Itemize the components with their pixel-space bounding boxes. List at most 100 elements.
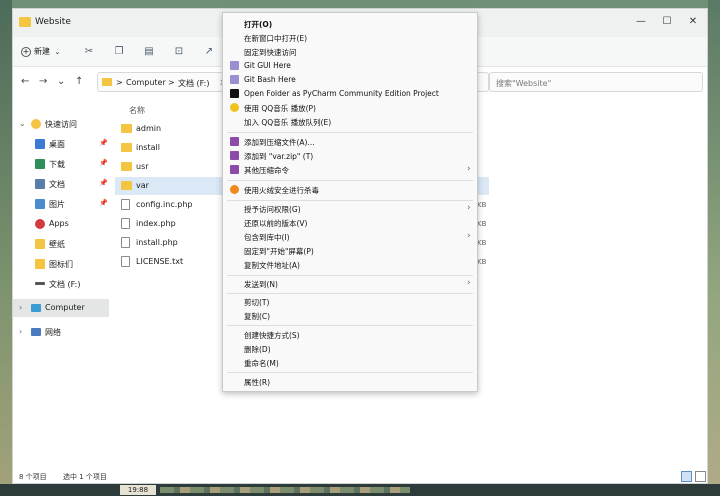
menu-item-add-archive[interactable]: 添加到压缩文件(A)... — [223, 135, 477, 149]
menu-item-pin-start[interactable]: 固定到"开始"屏幕(P) — [223, 244, 477, 258]
sidebar-item-documents[interactable]: 文档 📌 — [13, 175, 109, 193]
menu-item-other-compress[interactable]: 其他压缩命令 › — [223, 163, 477, 177]
file-name: var — [136, 181, 149, 190]
menu-item-delete[interactable]: 删除(D) — [223, 342, 477, 356]
share-icon[interactable]: ↗ — [203, 46, 215, 58]
menu-item-label: 剪切(T) — [244, 298, 270, 307]
menu-item-label: Git Bash Here — [244, 75, 296, 84]
sidebar-item-quick-access[interactable]: ⌄ 快速访问 — [13, 115, 109, 133]
menu-separator — [227, 180, 473, 181]
menu-item-rename[interactable]: 重命名(M) — [223, 356, 477, 370]
sidebar-item-icons[interactable]: 图标们 — [13, 255, 109, 273]
folder-icon — [102, 78, 112, 86]
sidebar-item-drive-f[interactable]: 文档 (F:) — [13, 275, 109, 293]
pin-icon: 📌 — [99, 179, 108, 187]
folder-icon — [19, 17, 31, 27]
new-button[interactable]: + 新建 ⌄ — [21, 46, 60, 57]
sidebar-item-pictures[interactable]: 图片 📌 — [13, 195, 109, 213]
menu-item-label: 发送到(N) — [244, 280, 278, 289]
sidebar-item-desktop[interactable]: 桌面 📌 — [13, 135, 109, 153]
menu-item-label: 还原以前的版本(V) — [244, 219, 308, 228]
menu-item-label: 打开(O) — [244, 20, 273, 29]
menu-item-send-to[interactable]: 发送到(N) › — [223, 277, 477, 291]
menu-item-label: 使用 QQ音乐 播放(P) — [244, 104, 316, 113]
drive-icon — [35, 282, 45, 285]
menu-separator — [227, 293, 473, 294]
file-icon — [121, 237, 130, 248]
menu-item-cut[interactable]: 剪切(T) — [223, 295, 477, 309]
pin-icon: 📌 — [99, 139, 108, 147]
copy-icon[interactable]: ❐ — [113, 46, 125, 58]
git-gui-icon — [230, 61, 239, 70]
pictures-icon — [35, 199, 45, 209]
menu-item-label: 固定到快速访问 — [244, 48, 297, 57]
taskbar-clock: 19:88 — [120, 485, 156, 495]
pin-icon: 📌 — [99, 199, 108, 207]
search-input[interactable]: 搜索"Website" — [489, 72, 703, 92]
menu-item-huorong-scan[interactable]: 使用火绒安全进行杀毒 — [223, 183, 477, 197]
menu-item-open[interactable]: 打开(O) — [223, 17, 477, 31]
menu-item-include-library[interactable]: 包含到库中(I) › — [223, 230, 477, 244]
taskbar-apps — [160, 487, 410, 493]
menu-item-properties[interactable]: 属性(R) — [223, 375, 477, 389]
sidebar-item-label: 文档 — [49, 180, 65, 189]
menu-item-qqmusic-queue[interactable]: 加入 QQ音乐 播放队列(E) — [223, 115, 477, 129]
sidebar-item-apps[interactable]: Apps — [13, 215, 109, 233]
menu-item-pin-quick-access[interactable]: 固定到快速访问 — [223, 45, 477, 59]
star-icon — [31, 119, 41, 129]
sidebar-item-computer[interactable]: › Computer — [13, 299, 109, 317]
menu-item-label: Open Folder as PyCharm Community Edition… — [244, 89, 439, 98]
chevron-right-icon: › — [19, 327, 23, 336]
menu-item-label: 包含到库中(I) — [244, 233, 290, 242]
recent-chevron-icon[interactable]: ⌄ — [57, 76, 65, 87]
selection-count: 选中 1 个项目 — [63, 473, 107, 481]
menu-item-git-gui[interactable]: Git GUI Here — [223, 59, 477, 73]
menu-item-grant-access[interactable]: 授予访问权限(G) › — [223, 202, 477, 216]
menu-item-copy[interactable]: 复制(C) — [223, 309, 477, 323]
sidebar-item-label: 图标们 — [49, 260, 73, 269]
back-arrow-icon[interactable]: ← — [21, 76, 29, 87]
paste-icon[interactable]: ▤ — [143, 46, 155, 58]
breadcrumb-computer[interactable]: Computer — [126, 78, 166, 87]
menu-item-git-bash[interactable]: Git Bash Here — [223, 73, 477, 87]
menu-item-qqmusic-play[interactable]: 使用 QQ音乐 播放(P) — [223, 101, 477, 115]
minimize-button[interactable]: — — [633, 15, 649, 29]
menu-item-label: 添加到压缩文件(A)... — [244, 138, 315, 147]
file-size: KB — [477, 258, 487, 266]
details-view-icon[interactable] — [681, 471, 692, 482]
sidebar-item-network[interactable]: › 网络 — [13, 323, 109, 341]
maximize-button[interactable]: ☐ — [659, 15, 675, 29]
menu-item-label: 复制(C) — [244, 312, 271, 321]
navigation-pane: ⌄ 快速访问 桌面 📌 下载 📌 文档 📌 图片 📌 Apps 壁纸 图标们 文… — [13, 97, 109, 465]
chevron-right-icon: › — [467, 278, 471, 288]
qqmusic-icon — [230, 103, 239, 112]
sidebar-item-downloads[interactable]: 下载 📌 — [13, 155, 109, 173]
up-arrow-icon[interactable]: ↑ — [75, 76, 83, 87]
rename-icon[interactable]: ⊡ — [173, 46, 185, 58]
sidebar-item-wallpapers[interactable]: 壁纸 — [13, 235, 109, 253]
column-header-name[interactable]: 名称 — [129, 105, 145, 116]
menu-item-restore-versions[interactable]: 还原以前的版本(V) — [223, 216, 477, 230]
cut-icon[interactable]: ✂ — [83, 46, 95, 58]
menu-item-pycharm[interactable]: Open Folder as PyCharm Community Edition… — [223, 87, 477, 101]
folder-icon — [121, 162, 132, 171]
menu-item-copy-path[interactable]: 复制文件地址(A) — [223, 258, 477, 272]
winrar-icon — [230, 151, 239, 160]
watermark: 知乎 @Magneto — [540, 455, 648, 471]
wallpaper-left — [0, 0, 12, 496]
close-button[interactable]: ✕ — [685, 15, 701, 29]
menu-item-label: 加入 QQ音乐 播放队列(E) — [244, 118, 332, 127]
menu-separator — [227, 275, 473, 276]
breadcrumb-drive[interactable]: 文档 (F:) — [178, 78, 209, 89]
menu-item-open-new-window[interactable]: 在新窗口中打开(E) — [223, 31, 477, 45]
new-button-label: 新建 — [34, 47, 50, 56]
menu-item-add-zip[interactable]: 添加到 "var.zip" (T) — [223, 149, 477, 163]
menu-separator — [227, 372, 473, 373]
file-size: KB — [477, 239, 487, 247]
forward-arrow-icon[interactable]: → — [39, 76, 47, 87]
apps-icon — [35, 219, 45, 229]
tiles-view-icon[interactable] — [695, 471, 706, 482]
sidebar-item-label: 下载 — [49, 160, 65, 169]
menu-item-create-shortcut[interactable]: 创建快捷方式(S) — [223, 328, 477, 342]
menu-item-label: 属性(R) — [244, 378, 271, 387]
